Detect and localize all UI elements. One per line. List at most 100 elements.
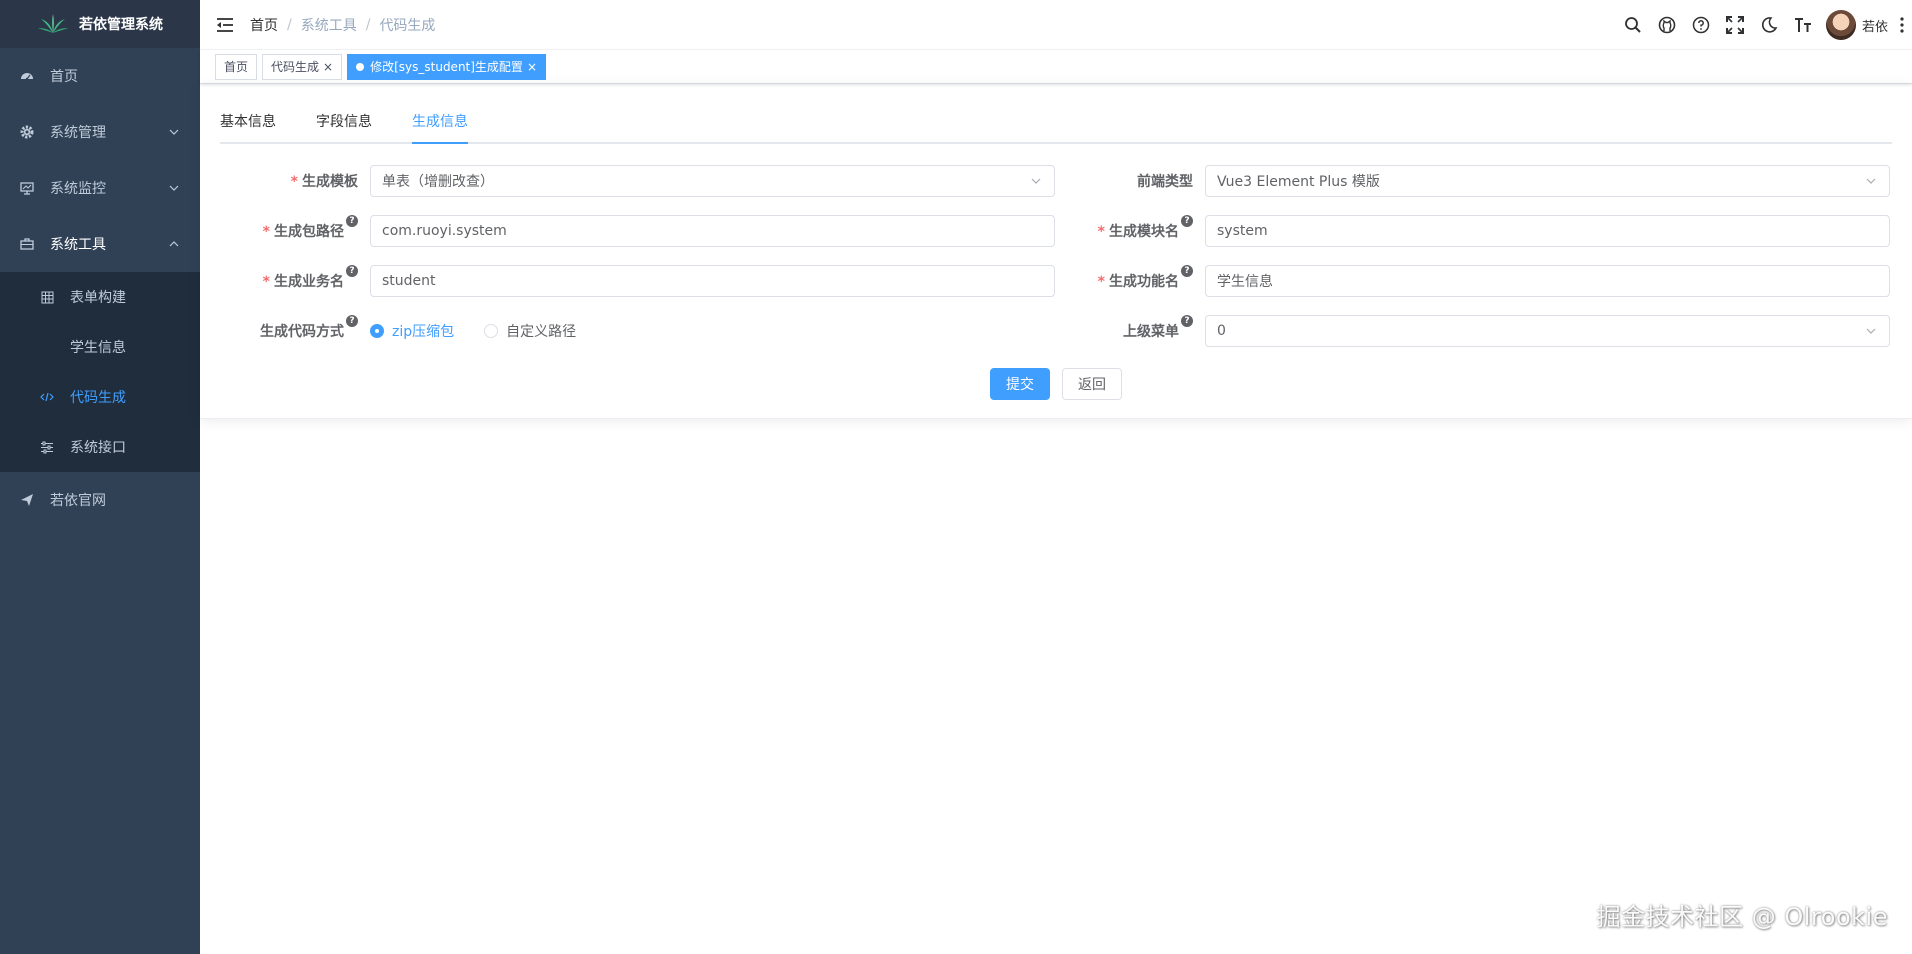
help-icon[interactable]: ? [1181,215,1193,227]
sidebar-item-label: 若依官网 [50,493,106,509]
hamburger-button[interactable] [200,0,250,50]
help-icon[interactable]: ? [346,315,358,327]
sidebar-item-form-builder[interactable]: 表单构建 [0,272,200,322]
close-icon[interactable]: × [323,55,333,79]
gen-info-form: * 生成模板 单表（增删改查） 前端类型 Vue3 Element Plus 模版… [220,156,1892,356]
menu-fold-icon [217,17,233,32]
code-icon [40,390,54,404]
gear-icon [20,125,34,139]
form-row: * 生成模块名? system [1055,206,1890,256]
business-name-input[interactable]: student [370,265,1055,297]
sidebar-item-label: 学生信息 [70,340,126,356]
sidebar-item-label: 系统接口 [70,440,126,456]
logo[interactable]: 若依管理系统 [0,0,200,48]
chevron-down-icon [1031,178,1041,184]
form-label: 生成代码方式? [220,315,370,341]
sidebar-item-label: 系统工具 [50,237,106,253]
breadcrumb-code-gen: 代码生成 [379,17,436,34]
tag-home[interactable]: 首页 [215,53,258,80]
form-label: * 生成模板 [290,174,358,190]
sidebar-item-student-info[interactable]: 学生信息 [0,322,200,372]
package-name-input[interactable]: com.ruoyi.system [370,215,1055,247]
radio-custom-path[interactable]: 自定义路径 [484,321,576,341]
avatar [1825,10,1856,40]
help-icon[interactable]: ? [346,215,358,227]
send-icon [20,493,34,507]
sliders-icon [40,440,54,454]
form-row: * 生成模板 单表（增删改查） [220,156,1055,206]
chevron-down-icon [1866,328,1876,334]
form-label: 上级菜单? [1055,315,1205,341]
function-name-input[interactable]: 学生信息 [1205,265,1890,297]
tag-label: 修改[sys_student]生成配置 [370,59,523,74]
submenu-system-tools: 表单构建 学生信息 代码生成 系统接口 [0,272,200,472]
sidebar-item-label: 代码生成 [70,390,126,406]
radio-zip[interactable]: zip压缩包 [370,321,454,341]
sidebar-item-system-monitor[interactable]: 系统监控 [0,160,200,216]
sidebar-item-system-management[interactable]: 系统管理 [0,104,200,160]
radio-circle [484,324,499,338]
form-label: 前端类型 [1137,174,1193,190]
frontend-type-select[interactable]: Vue3 Element Plus 模版 [1205,165,1890,197]
username: 若依 [1861,19,1888,35]
fullscreen-icon[interactable] [1718,0,1752,50]
sidebar: 若依管理系统 首页 系统管理 系统监控 系统工具 表单构建 学生信息 代码生成 … [0,0,200,954]
tag-edit-gen-config[interactable]: 修改[sys_student]生成配置 × [347,53,546,80]
dark-mode-icon[interactable] [1752,0,1786,50]
gen-type-radio-group: zip压缩包 自定义路径 [370,321,606,341]
form-label: * 生成包路径? [220,215,370,241]
toolbox-icon [20,237,34,251]
chevron-up-icon [169,241,179,247]
github-icon[interactable] [1650,0,1684,50]
tags-view: 首页 代码生成 × 修改[sys_student]生成配置 × [200,50,1912,84]
right-menu: 若依 [1616,0,1912,50]
table-icon [40,290,54,304]
logo-icon [38,14,68,33]
help-icon[interactable]: ? [1181,265,1193,277]
tab-basic-info[interactable]: 基本信息 [220,102,276,142]
tab-field-info[interactable]: 字段信息 [316,102,372,142]
navbar: 首页 / 系统工具 / 代码生成 若依 [200,0,1912,50]
tag-code-gen[interactable]: 代码生成 × [262,53,343,80]
breadcrumb-system-tools: 系统工具 [300,17,357,34]
module-name-input[interactable]: system [1205,215,1890,247]
sidebar-item-label: 系统监控 [50,181,106,197]
help-icon[interactable]: ? [1181,315,1193,327]
form-label: * 生成业务名? [220,265,370,291]
search-icon[interactable] [1616,0,1650,50]
more-vertical-icon[interactable] [1892,0,1912,50]
sidebar-item-code-gen[interactable]: 代码生成 [0,372,200,422]
app-title: 若依管理系统 [79,17,163,33]
dashboard-icon [20,69,34,83]
watermark: 掘金技术社区 @ Olrookie [1596,903,1888,931]
form-row: * 生成业务名? student [220,256,1055,306]
form-actions: 提交 返回 [220,368,1892,400]
sidebar-item-ruoyi-site[interactable]: 若依官网 [0,472,200,528]
tag-label: 首页 [224,59,249,74]
sidebar-item-home[interactable]: 首页 [0,48,200,104]
submit-button[interactable]: 提交 [990,368,1050,400]
form-label: * 生成模块名? [1055,215,1205,241]
back-button[interactable]: 返回 [1062,368,1122,400]
form-row: 生成代码方式? zip压缩包 自定义路径 [220,306,1055,356]
close-icon[interactable]: × [527,55,537,79]
font-size-icon[interactable] [1786,0,1820,50]
breadcrumb-home[interactable]: 首页 [250,15,278,35]
tab-gen-info[interactable]: 生成信息 [412,102,468,144]
user-dropdown[interactable]: 若依 [1825,10,1888,40]
template-select[interactable]: 单表（增删改查） [370,165,1055,197]
sidebar-item-label: 系统管理 [50,125,106,141]
help-icon[interactable] [1684,0,1718,50]
tabs: 基本信息 字段信息 生成信息 [220,104,1892,144]
main-area: 首页 / 系统工具 / 代码生成 若依 首页 代码生成 × 修改[sys_stu… [200,0,1912,954]
sidebar-item-system-tools[interactable]: 系统工具 [0,216,200,272]
sidebar-item-system-api[interactable]: 系统接口 [0,422,200,472]
chevron-down-icon [169,185,179,191]
radio-circle [370,324,384,338]
parent-menu-select[interactable]: 0 [1205,315,1890,347]
form-row: 上级菜单? 0 [1055,306,1890,356]
form-label: * 生成功能名? [1055,265,1205,291]
help-icon[interactable]: ? [346,265,358,277]
breadcrumb-separator: / [365,16,371,33]
breadcrumb-separator: / [287,16,292,33]
